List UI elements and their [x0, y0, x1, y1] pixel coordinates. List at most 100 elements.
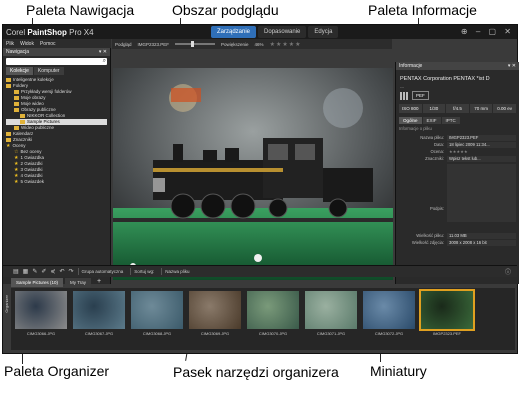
thumbnail-view-icon[interactable]: ▦ [23, 268, 29, 275]
tab-adjust[interactable]: Dopasowanie [258, 26, 307, 38]
folder-icon [6, 84, 11, 88]
tab-collections[interactable]: Kolekcje [6, 67, 33, 75]
info-fields: Informacje o pliku Nazwa pliku: IMGP2323.… [399, 126, 516, 246]
zoom-slider[interactable] [175, 41, 216, 47]
camera-model: PENTAX Corporation PENTAX *ist D [400, 76, 490, 82]
tab-computer[interactable]: Komputer [33, 67, 64, 75]
preview-area[interactable] [113, 68, 393, 280]
brush-icon[interactable]: ✐ [41, 268, 46, 275]
menu-view[interactable]: Widok [20, 41, 34, 47]
star-icon: ★ [14, 178, 19, 185]
info-tabs: Ogólne EXIF IPTC [399, 117, 516, 124]
info-title: Informacje [399, 63, 423, 69]
thumbnail[interactable]: CIMG3070.JPG [245, 291, 301, 347]
star-icon: ★ [6, 142, 11, 149]
field-date: Data: 18 lipiec 2009 11:34... [399, 141, 516, 148]
callout-info-palette: Paleta Informacje [368, 2, 477, 18]
thumbnail-image [305, 291, 357, 329]
date-field[interactable]: 18 lipiec 2009 11:34... [447, 141, 516, 148]
rating-stars[interactable]: ★★★★★ [270, 41, 302, 48]
size-value: 11.03 MB [447, 232, 516, 239]
rotate-left-icon[interactable]: ↶ [59, 268, 64, 275]
thumbnail-image [363, 291, 415, 329]
view-mode-icon[interactable]: ▤ [13, 268, 19, 275]
section-label: Informacje o pliku [399, 126, 432, 131]
window-controls[interactable]: ⊕ – ▢ ✕ [461, 27, 514, 36]
search-icon[interactable]: ⌕ [103, 58, 106, 65]
thumbnail-image [247, 291, 299, 329]
field-dims: Wielkość zdjęcia: 3008 x 2008 x 16 bit [399, 239, 516, 246]
mode-tabs: Zarządzanie Dopasowanie Edycja [211, 26, 339, 38]
callout-organizer-toolbar: Pasek narzędzi organizera [173, 364, 339, 380]
tags-field[interactable]: Wpisz tekst lub... [447, 155, 516, 162]
navigation-header: Nawigacja ▾ ✕ [3, 48, 110, 56]
shutter-value: 1/30 [422, 104, 446, 113]
folder-icon [14, 90, 19, 94]
star-icon: ★ [14, 166, 19, 173]
app-brand: Corel PaintShop Pro X4 [6, 27, 94, 37]
thumbnail[interactable]: CIMG3068.JPG [129, 291, 185, 347]
panel-controls-icon[interactable]: ▾ ✕ [508, 63, 516, 69]
star-icon: ★ [14, 154, 19, 161]
field-rating: Ocena: ★★★★★ [399, 148, 516, 155]
format-badge: PEF [412, 91, 429, 100]
info-icon[interactable]: ⓘ [505, 267, 511, 276]
menu-file[interactable]: Plik [6, 41, 14, 47]
format-row: PEF [400, 91, 515, 100]
thumbnail[interactable]: CIMG3066.JPG [13, 291, 69, 347]
panel-controls-icon[interactable]: ▾ ✕ [99, 49, 107, 55]
title-bar: Corel PaintShop Pro X4 Zarządzanie Dopas… [3, 25, 517, 39]
organizer-side-label: Organizer [4, 295, 9, 313]
thumbnail[interactable]: CIMG3072.JPG [361, 291, 417, 347]
folder-icon [14, 108, 19, 112]
dims-value: 3008 x 2008 x 16 bit [447, 239, 516, 246]
thumbnail-selected[interactable]: IMGP2323.PEF [419, 289, 475, 347]
add-tab-button[interactable]: + [97, 278, 101, 287]
navigation-tabs: Kolekcje Komputer [6, 67, 107, 75]
tab-general[interactable]: Ogólne [399, 117, 422, 124]
tab-exif[interactable]: EXIF [422, 117, 441, 124]
tab-edit[interactable]: Edycja [308, 26, 339, 38]
menu-help[interactable]: Pomoc [40, 41, 56, 47]
folder-icon [14, 102, 19, 106]
callout-organizer-palette: Paleta Organizer [4, 363, 110, 379]
tree-item[interactable]: ★ 5 Gwiazdek [6, 179, 107, 185]
navigation-title: Nawigacja [6, 49, 30, 55]
star-icon: ★ [14, 172, 19, 179]
rotate-right-icon[interactable]: ↷ [68, 268, 73, 275]
thumbnail[interactable]: CIMG3071.JPG [303, 291, 359, 347]
histogram-icon [400, 91, 408, 100]
zoom-slider-knob[interactable] [191, 41, 195, 47]
tab-sample-pictures[interactable]: Sample Pictures (10) [11, 278, 64, 287]
menu-bar: Plik Widok Pomoc [3, 39, 111, 48]
navigation-palette: Nawigacja ▾ ✕ ⌕ Kolekcje Komputer Inteli… [3, 48, 111, 284]
tab-iptc[interactable]: IPTC [441, 117, 460, 124]
sort-by-label: Sortuj wg: [130, 268, 157, 275]
pen-icon[interactable]: ✎ [32, 268, 37, 275]
tab-manage[interactable]: Zarządzanie [211, 26, 257, 38]
thumbnail-image [189, 291, 241, 329]
callout-thumbnails: Miniatury [370, 363, 427, 379]
sort-by-dropdown[interactable]: Nazwa pliku [161, 268, 192, 275]
auto-group-button[interactable]: Grupa automatyczna [77, 268, 127, 275]
star-icon: ★ [14, 160, 19, 167]
tab-my-tray[interactable]: My Tray [65, 278, 92, 287]
app-window: Corel PaintShop Pro X4 Zarządzanie Dopas… [2, 24, 519, 354]
thumbnail[interactable]: CIMG3067.JPG [71, 291, 127, 347]
exposure-row: ISO 800 1/30 f/4.5 70 mm 0.00 ev [399, 104, 516, 113]
preview-toolbar: Podgląd IMGP2323.PEF Powiększenie 46% ★★… [112, 39, 392, 49]
folder-icon [20, 114, 25, 118]
share-icon[interactable]: ⋞ [50, 268, 55, 275]
aperture-value: f/4.5 [446, 104, 469, 113]
callout-nav-palette: Paleta Nawigacja [26, 2, 135, 18]
rating-field[interactable]: ★★★★★ [447, 149, 516, 155]
thumbnail[interactable]: CIMG3069.JPG [187, 291, 243, 347]
folder-icon [6, 78, 11, 82]
caption-field[interactable] [447, 195, 516, 222]
callout-preview-area: Obszar podglądu [172, 2, 279, 18]
search-input[interactable]: ⌕ [6, 58, 107, 65]
info-header: Informacje ▾ ✕ [396, 62, 519, 70]
filename-field[interactable]: IMGP2323.PEF [447, 134, 516, 141]
field-filename: Nazwa pliku: IMGP2323.PEF [399, 134, 516, 141]
thumbnail-strip: CIMG3066.JPG CIMG3067.JPG CIMG3068.JPG C… [11, 288, 515, 350]
